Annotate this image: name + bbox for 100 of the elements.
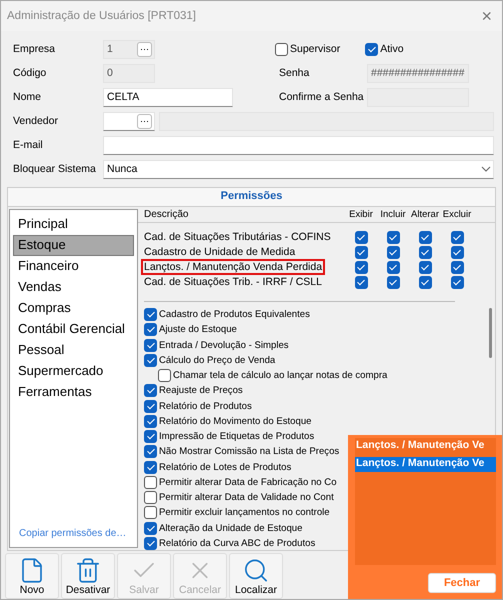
checkbox-label: Ativo	[380, 43, 404, 55]
window-title: Administração de Usuários [PRT031]	[7, 10, 196, 22]
checkbox[interactable]	[275, 42, 288, 56]
checkbox[interactable]	[354, 260, 368, 274]
option-label: Reajuste de Preços	[159, 385, 243, 396]
checkbox-label: Supervisor	[290, 43, 340, 55]
category-item[interactable]: Contábil Gerencial	[13, 319, 134, 340]
trash-icon	[74, 557, 102, 584]
search-result[interactable]: Lançtos. / Manutenção Ve	[355, 457, 496, 472]
field-label: Vendedor	[13, 115, 59, 127]
category-item[interactable]: Pessoal	[13, 340, 134, 361]
field-label: Código	[13, 67, 48, 79]
input-field[interactable]: CELTA	[103, 88, 233, 106]
field-label: Senha	[279, 67, 310, 79]
checkbox[interactable]	[144, 430, 157, 444]
column-header: Exibir	[348, 209, 374, 220]
checkbox[interactable]	[144, 400, 157, 413]
checkbox[interactable]	[386, 260, 400, 274]
checkbox[interactable]	[450, 230, 464, 244]
dropdown[interactable]: Nunca	[103, 160, 494, 178]
checkbox[interactable]	[418, 230, 432, 244]
field-label: Nome	[13, 91, 42, 103]
option-label: Permitir excluir lançamentos no controle	[159, 507, 330, 518]
column-header: Excluir	[442, 209, 472, 220]
option-label: Ajuste do Estoque	[159, 324, 237, 336]
checkbox[interactable]	[144, 491, 157, 504]
checkbox[interactable]	[144, 414, 157, 428]
option-label: Não Mostrar Comissão na Lista de Preços	[159, 446, 340, 458]
option-label: Alteração da Unidade de Estoque	[159, 522, 302, 534]
option-label: Entrada / Devolução - Simples	[159, 340, 289, 351]
checkbox[interactable]	[158, 369, 171, 382]
checkbox[interactable]	[354, 276, 368, 288]
search-icon	[242, 557, 270, 584]
column-header: Descrição	[144, 209, 190, 220]
scrollbar-thumb[interactable]	[488, 308, 492, 358]
close-button[interactable]: ×	[481, 6, 492, 26]
category-item[interactable]: Principal	[13, 214, 134, 235]
field-label: Bloquear Sistema	[13, 163, 97, 175]
password-field[interactable]: ################	[367, 64, 469, 82]
option-label: Cadastro de Produtos Equivalentes	[159, 309, 310, 320]
category-item[interactable]: Compras	[13, 298, 134, 319]
checkbox[interactable]	[144, 308, 157, 322]
checkbox[interactable]	[418, 246, 432, 258]
checkbox[interactable]	[354, 230, 368, 244]
option-label: Relatório da Curva ABC de Produtos	[159, 538, 316, 549]
option-label: Permitir alterar Data de Validade no Cont	[159, 492, 334, 504]
option-label: Chamar tela de cálculo ao lançar notas de compra	[173, 370, 388, 382]
checkbox[interactable]	[144, 323, 157, 336]
checkbox[interactable]	[386, 246, 400, 258]
checkbox[interactable]	[144, 506, 157, 520]
checkbox[interactable]	[144, 338, 157, 352]
checkbox[interactable]	[450, 260, 464, 274]
toolbar-button[interactable]: Novo	[5, 553, 59, 599]
checkbox[interactable]	[418, 276, 432, 288]
permission-name: Cad. de Situações Trib. - IRRF / CSLL	[143, 275, 323, 290]
chevron-icon	[481, 166, 491, 172]
checkbox[interactable]	[386, 230, 400, 244]
checkbox[interactable]	[354, 246, 368, 258]
checkbox[interactable]	[450, 246, 464, 258]
checkbox[interactable]	[144, 536, 157, 550]
email-field[interactable]	[103, 136, 494, 154]
copy-permissions-link[interactable]: Copiar permissões de…	[13, 528, 137, 545]
dropdown-value: Nunca	[107, 163, 138, 175]
option-label: Relatório de Produtos	[159, 400, 252, 412]
permission-name: Cadastro de Unidade de Medida	[143, 245, 296, 260]
field-label: E-mail	[13, 139, 44, 151]
category-item[interactable]: Supermercado	[13, 361, 134, 382]
field-label: Empresa	[13, 43, 56, 55]
field-label: Confirme a Senha	[279, 91, 365, 103]
group-title: Permissões	[8, 188, 495, 207]
permission-name: Lançtos. / Manutenção Venda Perdida	[141, 259, 326, 275]
option-label: Permitir alterar Data de Fabricação no Co	[159, 476, 337, 488]
category-item[interactable]: Ferramentas	[13, 382, 134, 403]
checkbox[interactable]	[386, 276, 400, 288]
ativo-checkbox[interactable]: Ativo	[365, 42, 404, 56]
option-label: Cálculo do Preço de Venda	[159, 354, 276, 366]
checkbox[interactable]	[418, 260, 432, 274]
checkbox[interactable]	[144, 476, 157, 489]
column-header: Alterar	[410, 209, 440, 220]
checkbox[interactable]	[144, 460, 157, 474]
checkbox[interactable]	[144, 384, 157, 398]
column-header: Incluir	[379, 209, 407, 220]
ellipsis-button[interactable]: ⋯	[137, 114, 152, 128]
option-label: Impressão de Etiquetas de Produtos	[159, 431, 314, 442]
checkbox[interactable]	[365, 42, 378, 56]
checkbox[interactable]	[144, 354, 157, 367]
option-label: Relatório do Movimento do Estoque	[159, 416, 312, 427]
supervisor-checkbox[interactable]: Supervisor	[275, 42, 340, 56]
toolbar-button[interactable]: Desativar	[61, 553, 115, 599]
category-item[interactable]: Vendas	[13, 277, 134, 298]
permission-name: Cad. de Situações Tributárias - COFINS	[143, 230, 332, 245]
category-item[interactable]: Estoque	[13, 235, 134, 256]
field-value: 1	[107, 43, 113, 55]
checkbox[interactable]	[144, 445, 157, 458]
checkbox[interactable]	[144, 522, 157, 535]
option-label: Relatório de Lotes de Produtos	[159, 462, 292, 473]
input-field[interactable]: ⋯	[103, 112, 155, 130]
toolbar-button[interactable]: Localizar	[229, 553, 283, 599]
category-item[interactable]: Financeiro	[13, 256, 134, 277]
checkbox[interactable]	[450, 276, 464, 288]
